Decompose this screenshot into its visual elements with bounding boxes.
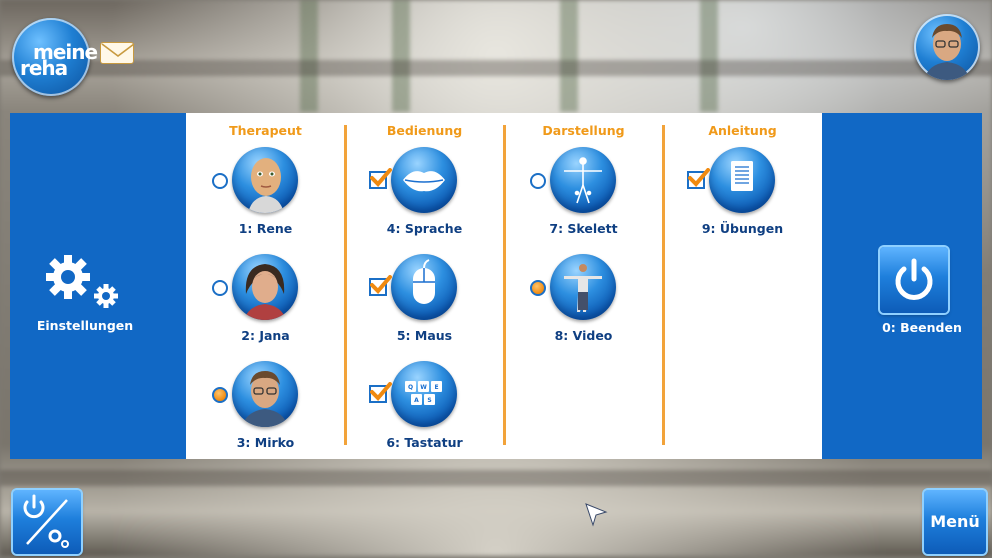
background-pillar xyxy=(300,0,318,112)
column-bedienung: Bedienung 4: Sprache 5: Maus Q W E A S 6… xyxy=(345,113,504,459)
avatar-rene xyxy=(232,147,298,213)
checkbox-uebungen[interactable] xyxy=(687,168,710,189)
checkbox-tastatur[interactable] xyxy=(369,382,392,403)
meine-reha-logo[interactable]: meine reha xyxy=(12,18,98,96)
radio-rene[interactable] xyxy=(212,173,228,189)
option-label: 1: Rene xyxy=(238,221,293,236)
settings-label: Einstellungen xyxy=(36,318,134,333)
avatar-jana xyxy=(232,254,298,320)
key-label: E xyxy=(434,384,438,391)
user-avatar[interactable] xyxy=(914,14,980,80)
options-panel: Therapeut 1: Rene 2: Jana 3: Mirko Bedie… xyxy=(186,113,822,459)
option-label: 6: Tastatur xyxy=(386,435,463,450)
power-icon xyxy=(895,258,933,300)
quit-label: 0: Beenden xyxy=(882,320,962,335)
key-label: W xyxy=(420,384,427,391)
key-label: S xyxy=(427,397,431,404)
settings-section[interactable]: Einstellungen xyxy=(10,113,186,459)
radio-mirko[interactable] xyxy=(212,387,228,403)
option-label: 4: Sprache xyxy=(386,221,463,236)
option-label: 9: Übungen xyxy=(701,221,784,236)
background-pillar xyxy=(392,0,410,112)
radio-video[interactable] xyxy=(530,280,546,296)
gears-icon xyxy=(46,255,118,308)
option-label: 5: Maus xyxy=(396,328,453,343)
avatar-mirko xyxy=(232,361,298,427)
option-label: 8: Video xyxy=(554,328,613,343)
document-icon xyxy=(709,147,775,213)
power-settings-icon xyxy=(23,494,69,548)
menu-button[interactable]: Menü xyxy=(924,490,986,554)
key-label: A xyxy=(414,397,419,404)
column-title: Therapeut xyxy=(229,123,302,138)
option-label: 7: Skelett xyxy=(549,221,618,236)
option-label: 2: Jana xyxy=(241,328,290,343)
mail-icon[interactable] xyxy=(100,42,135,64)
column-therapeut: Therapeut 1: Rene 2: Jana 3: Mirko xyxy=(186,113,345,459)
background-beam xyxy=(0,60,992,76)
column-title: Darstellung xyxy=(542,123,625,138)
column-darstellung: Darstellung 7: Skelett 8: Video xyxy=(504,113,663,459)
keyboard-icon: Q W E A S xyxy=(391,361,457,427)
checkbox-sprache[interactable] xyxy=(369,168,392,189)
skeleton-icon xyxy=(550,147,616,213)
radio-skelett[interactable] xyxy=(530,173,546,189)
mouse-icon xyxy=(391,254,457,320)
radio-jana[interactable] xyxy=(212,280,228,296)
power-settings-button[interactable] xyxy=(13,490,81,554)
video-person-icon xyxy=(550,254,616,320)
background-pillar xyxy=(700,0,718,112)
column-title: Anleitung xyxy=(708,123,777,138)
column-title: Bedienung xyxy=(386,123,463,138)
pointer-cursor-icon xyxy=(585,503,608,527)
background-pillar xyxy=(560,0,578,112)
background-beam xyxy=(0,470,992,486)
logo-text-2: reha xyxy=(20,56,68,80)
lips-icon xyxy=(391,147,457,213)
column-anleitung: Anleitung 9: Übungen xyxy=(663,113,822,459)
option-label: 3: Mirko xyxy=(236,435,295,450)
quit-button[interactable] xyxy=(880,247,948,313)
key-label: Q xyxy=(408,384,413,391)
checkbox-maus[interactable] xyxy=(369,275,392,296)
